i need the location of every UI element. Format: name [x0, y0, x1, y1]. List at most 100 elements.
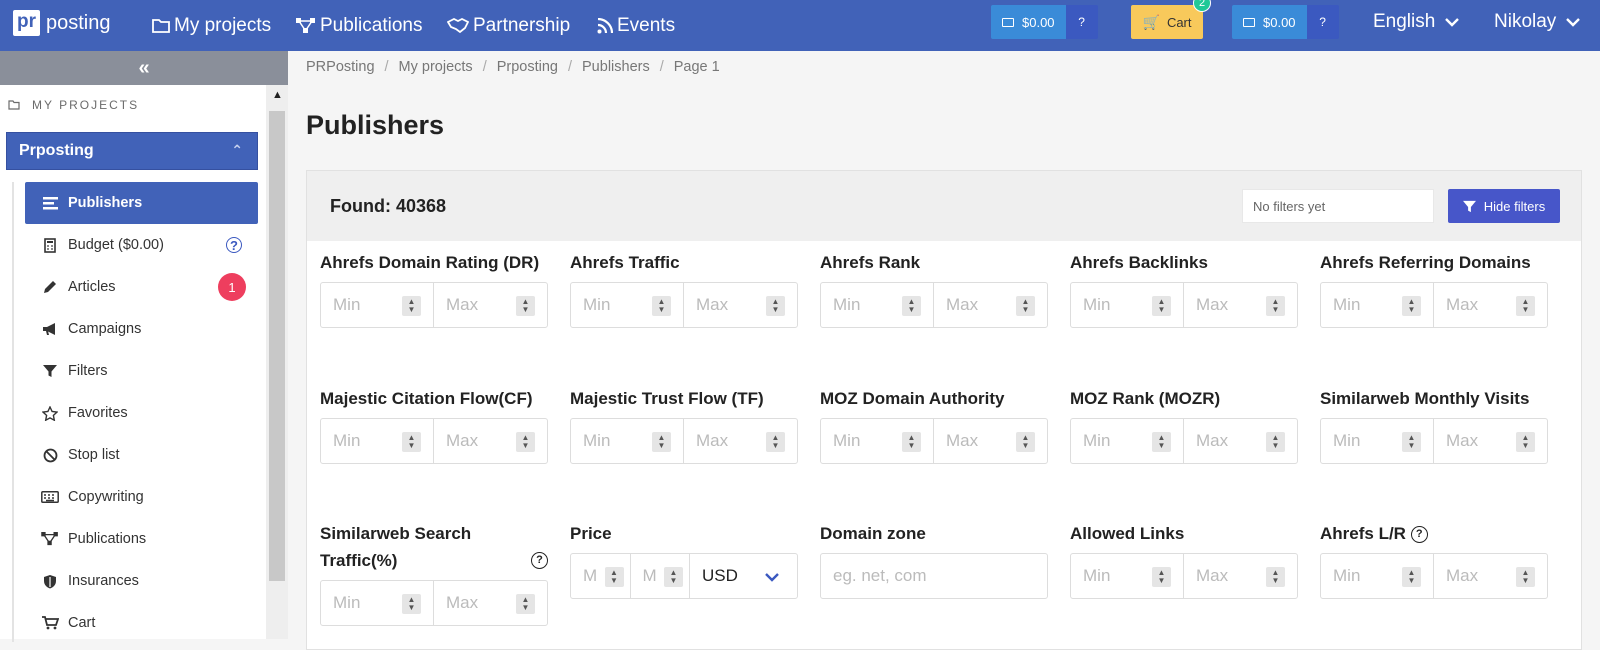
min-input[interactable]: Min ▲ ▼ [1321, 554, 1434, 598]
sidebar-item-label: Stop list [68, 447, 120, 463]
sidebar-item-cart[interactable]: Cart [25, 602, 258, 644]
spinner-icon[interactable]: ▲ ▼ [1516, 567, 1535, 587]
sidebar-item-publishers[interactable]: Publishers [25, 182, 258, 224]
collapse-sidebar-button[interactable]: « [0, 51, 288, 85]
currency-select[interactable]: USD [690, 554, 797, 598]
help-icon[interactable]: ? [1410, 526, 1428, 544]
spinner-icon[interactable]: ▲ ▼ [1266, 296, 1285, 316]
balance-amount[interactable]: $0.00 [1232, 5, 1307, 39]
max-input[interactable]: Max ▲ ▼ [1434, 283, 1547, 327]
max-input[interactable]: Max ▲ ▼ [1184, 419, 1297, 463]
help-icon[interactable]: ? [226, 237, 242, 253]
spinner-icon[interactable]: ▲ ▼ [1402, 296, 1421, 316]
spinner-icon[interactable]: ▲ ▼ [1266, 567, 1285, 587]
max-input[interactable]: Max ▲ ▼ [934, 419, 1047, 463]
spinner-icon[interactable]: ▲ ▼ [1516, 432, 1535, 452]
scrollbar-thumb[interactable] [269, 111, 285, 581]
spinner-icon[interactable]: ▲ ▼ [1266, 432, 1285, 452]
min-input[interactable]: Min ▲ ▼ [1071, 283, 1184, 327]
min-input[interactable]: Min ▲ ▼ [821, 419, 934, 463]
balance-widget-2[interactable]: $0.00 ? [1232, 5, 1339, 39]
sidebar-item-insurances[interactable]: Insurances [25, 560, 258, 602]
spinner-icon[interactable]: ▲ ▼ [652, 296, 671, 316]
spinner-icon[interactable]: ▲ ▼ [516, 296, 535, 316]
sidebar-item-campaigns[interactable]: Campaigns [25, 308, 258, 350]
min-input[interactable]: Min ▲ ▼ [321, 419, 434, 463]
balance-amount[interactable]: $0.00 [991, 5, 1066, 39]
spinner-icon[interactable]: ▲ ▼ [1516, 296, 1535, 316]
hide-filters-button[interactable]: Hide filters [1448, 189, 1560, 223]
min-input[interactable]: Min ▲ ▼ [1321, 419, 1434, 463]
spinner-icon[interactable]: ▲ ▼ [902, 296, 921, 316]
section-title: MY PROJECTS [8, 98, 139, 112]
max-input[interactable]: Max ▲ ▼ [1434, 554, 1547, 598]
sidebar-item-favorites[interactable]: Favorites [25, 392, 258, 434]
sidebar-item-stop-list[interactable]: Stop list [25, 434, 258, 476]
breadcrumb-link[interactable]: My projects [399, 59, 473, 75]
max-input[interactable]: Max ▲ ▼ [434, 283, 547, 327]
max-input[interactable]: M ▲ ▼ [631, 554, 690, 598]
max-input[interactable]: Max ▲ ▼ [1434, 419, 1547, 463]
nav-publications[interactable]: Publications [296, 0, 422, 51]
sidebar-scrollbar[interactable]: ▲ [266, 85, 288, 639]
spinner-icon[interactable]: ▲ ▼ [1016, 296, 1035, 316]
max-input[interactable]: Max ▲ ▼ [934, 283, 1047, 327]
spinner-icon[interactable]: ▲ ▼ [902, 432, 921, 452]
min-input[interactable]: Min ▲ ▼ [1071, 419, 1184, 463]
max-input[interactable]: Max ▲ ▼ [434, 581, 547, 625]
language-dropdown[interactable]: English [1373, 0, 1460, 44]
spinner-icon[interactable]: ▲ ▼ [766, 432, 785, 452]
breadcrumb-link[interactable]: Publishers [582, 59, 650, 75]
max-input[interactable]: Max ▲ ▼ [434, 419, 547, 463]
max-input[interactable]: Max ▲ ▼ [684, 419, 797, 463]
breadcrumb-link[interactable]: PRPosting [306, 59, 375, 75]
help-icon[interactable]: ? [1306, 5, 1339, 39]
min-input[interactable]: Min ▲ ▼ [821, 283, 934, 327]
card-header: Found: 40368 No filters yet Hide filters [307, 171, 1581, 241]
sidebar-item-budget[interactable]: Budget ($0.00) ? [25, 224, 258, 266]
scroll-up-icon[interactable]: ▲ [272, 89, 283, 101]
help-icon[interactable]: ? [1065, 5, 1098, 39]
min-input[interactable]: Min ▲ ▼ [321, 283, 434, 327]
spinner-icon[interactable]: ▲ ▼ [1152, 567, 1171, 587]
nav-my-projects[interactable]: My projects [152, 0, 271, 51]
spinner-icon[interactable]: ▲ ▼ [1402, 432, 1421, 452]
spinner-icon[interactable]: ▲ ▼ [766, 296, 785, 316]
spinner-icon[interactable]: ▲ ▼ [1016, 432, 1035, 452]
user-dropdown[interactable]: Nikolay [1494, 0, 1581, 44]
sidebar-item-articles[interactable]: Articles 1 [25, 266, 258, 308]
min-input[interactable]: M ▲ ▼ [571, 554, 631, 598]
nav-events[interactable]: Events [597, 0, 675, 51]
project-selector[interactable]: Prposting ⌃ [6, 132, 258, 170]
min-input[interactable]: Min ▲ ▼ [571, 283, 684, 327]
min-input[interactable]: Min ▲ ▼ [1321, 283, 1434, 327]
help-icon[interactable]: ? [531, 552, 548, 569]
spinner-icon[interactable]: ▲ ▼ [402, 432, 421, 452]
spinner-icon[interactable]: ▲ ▼ [402, 594, 421, 614]
spinner-icon[interactable]: ▲ ▼ [402, 296, 421, 316]
sidebar-item-publications[interactable]: Publications [25, 518, 258, 560]
max-input[interactable]: Max ▲ ▼ [1184, 554, 1297, 598]
min-input[interactable]: Min ▲ ▼ [571, 419, 684, 463]
spinner-icon[interactable]: ▲ ▼ [604, 567, 624, 587]
spinner-icon[interactable]: ▲ ▼ [516, 594, 535, 614]
spinner-icon[interactable]: ▲ ▼ [652, 432, 671, 452]
spinner-icon[interactable]: ▲ ▼ [1152, 432, 1171, 452]
cart-button[interactable]: 🛒 Cart [1131, 5, 1203, 39]
breadcrumb-link[interactable]: Prposting [497, 59, 558, 75]
spinner-icon[interactable]: ▲ ▼ [664, 567, 683, 587]
balance-widget-1[interactable]: $0.00 ? [991, 5, 1098, 39]
max-input[interactable]: Max ▲ ▼ [1184, 283, 1297, 327]
sidebar-item-filters[interactable]: Filters [25, 350, 258, 392]
spinner-icon[interactable]: ▲ ▼ [1152, 296, 1171, 316]
spinner-icon[interactable]: ▲ ▼ [1402, 567, 1421, 587]
nav-partnership[interactable]: Partnership [447, 0, 570, 51]
sidebar-item-label: Publications [68, 531, 147, 547]
domain-zone-input[interactable]: eg. net, com [820, 553, 1048, 599]
logo[interactable]: pr posting [13, 10, 111, 36]
min-input[interactable]: Min ▲ ▼ [1071, 554, 1184, 598]
sidebar-item-copywriting[interactable]: Copywriting [25, 476, 258, 518]
max-input[interactable]: Max ▲ ▼ [684, 283, 797, 327]
spinner-icon[interactable]: ▲ ▼ [516, 432, 535, 452]
min-input[interactable]: Min ▲ ▼ [321, 581, 434, 625]
